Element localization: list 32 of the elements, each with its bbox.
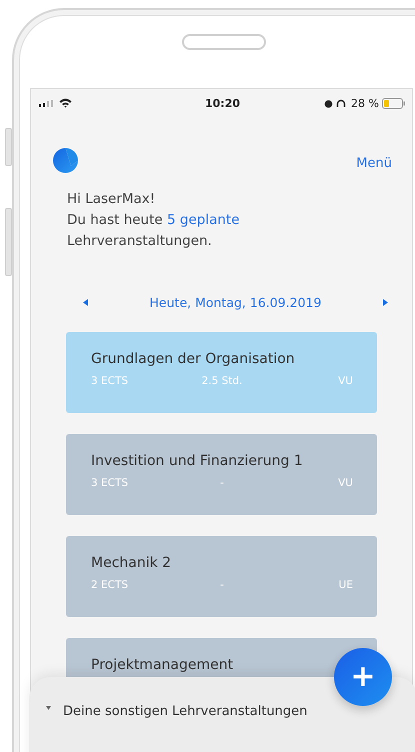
course-title: Grundlagen der Organisation (91, 351, 296, 367)
date-label: Heute, Montag, 16.09.2019 (150, 294, 322, 310)
ects-text: 3 ECTS (91, 477, 130, 489)
previous-day-button[interactable] (81, 296, 90, 308)
course-title: Projektmanagement (91, 657, 234, 673)
course-card[interactable]: Grundlagen der Organisation 3 ECTS 2.5 Std. VU (66, 332, 377, 413)
signal-icon (39, 100, 53, 106)
course-type-text: VU (337, 477, 353, 489)
headphones-icon (336, 98, 346, 108)
course-type-text: UE (338, 579, 353, 591)
caret-icon (46, 706, 51, 710)
planned-count-link[interactable]: 5 geplante (167, 212, 240, 228)
course-card[interactable]: Mechanik 2 2 ECTS - UE (66, 536, 377, 617)
clock-time: 10:20 (204, 96, 240, 110)
summary-text: Du hast heute 5 geplante Lehrveranstaltungen. (67, 211, 241, 251)
duration-text: - (219, 477, 225, 489)
wifi-icon (59, 98, 72, 108)
battery-percentage: 28 % (351, 96, 379, 110)
course-card[interactable]: Investition und Finanzierung 1 3 ECTS - VU (66, 434, 377, 515)
ects-text: 3 ECTS (91, 375, 130, 387)
duration-text: 2.5 Std. (200, 375, 244, 387)
course-title: Mechanik 2 (91, 555, 172, 571)
duration-text: - (219, 579, 225, 591)
app-logo-icon (53, 148, 78, 173)
next-day-button[interactable] (380, 296, 390, 308)
sheet-title: Deine sonstigen Lehrveranstaltungen (63, 704, 308, 719)
course-type-text: VU (337, 375, 353, 387)
battery-icon (382, 98, 406, 108)
menu-link[interactable]: Menü (356, 156, 392, 173)
course-title: Investition und Finanzierung 1 (91, 453, 304, 469)
ects-text: 2 ECTS (91, 579, 130, 591)
greeting-text: Hi LaserMax! (67, 190, 156, 209)
